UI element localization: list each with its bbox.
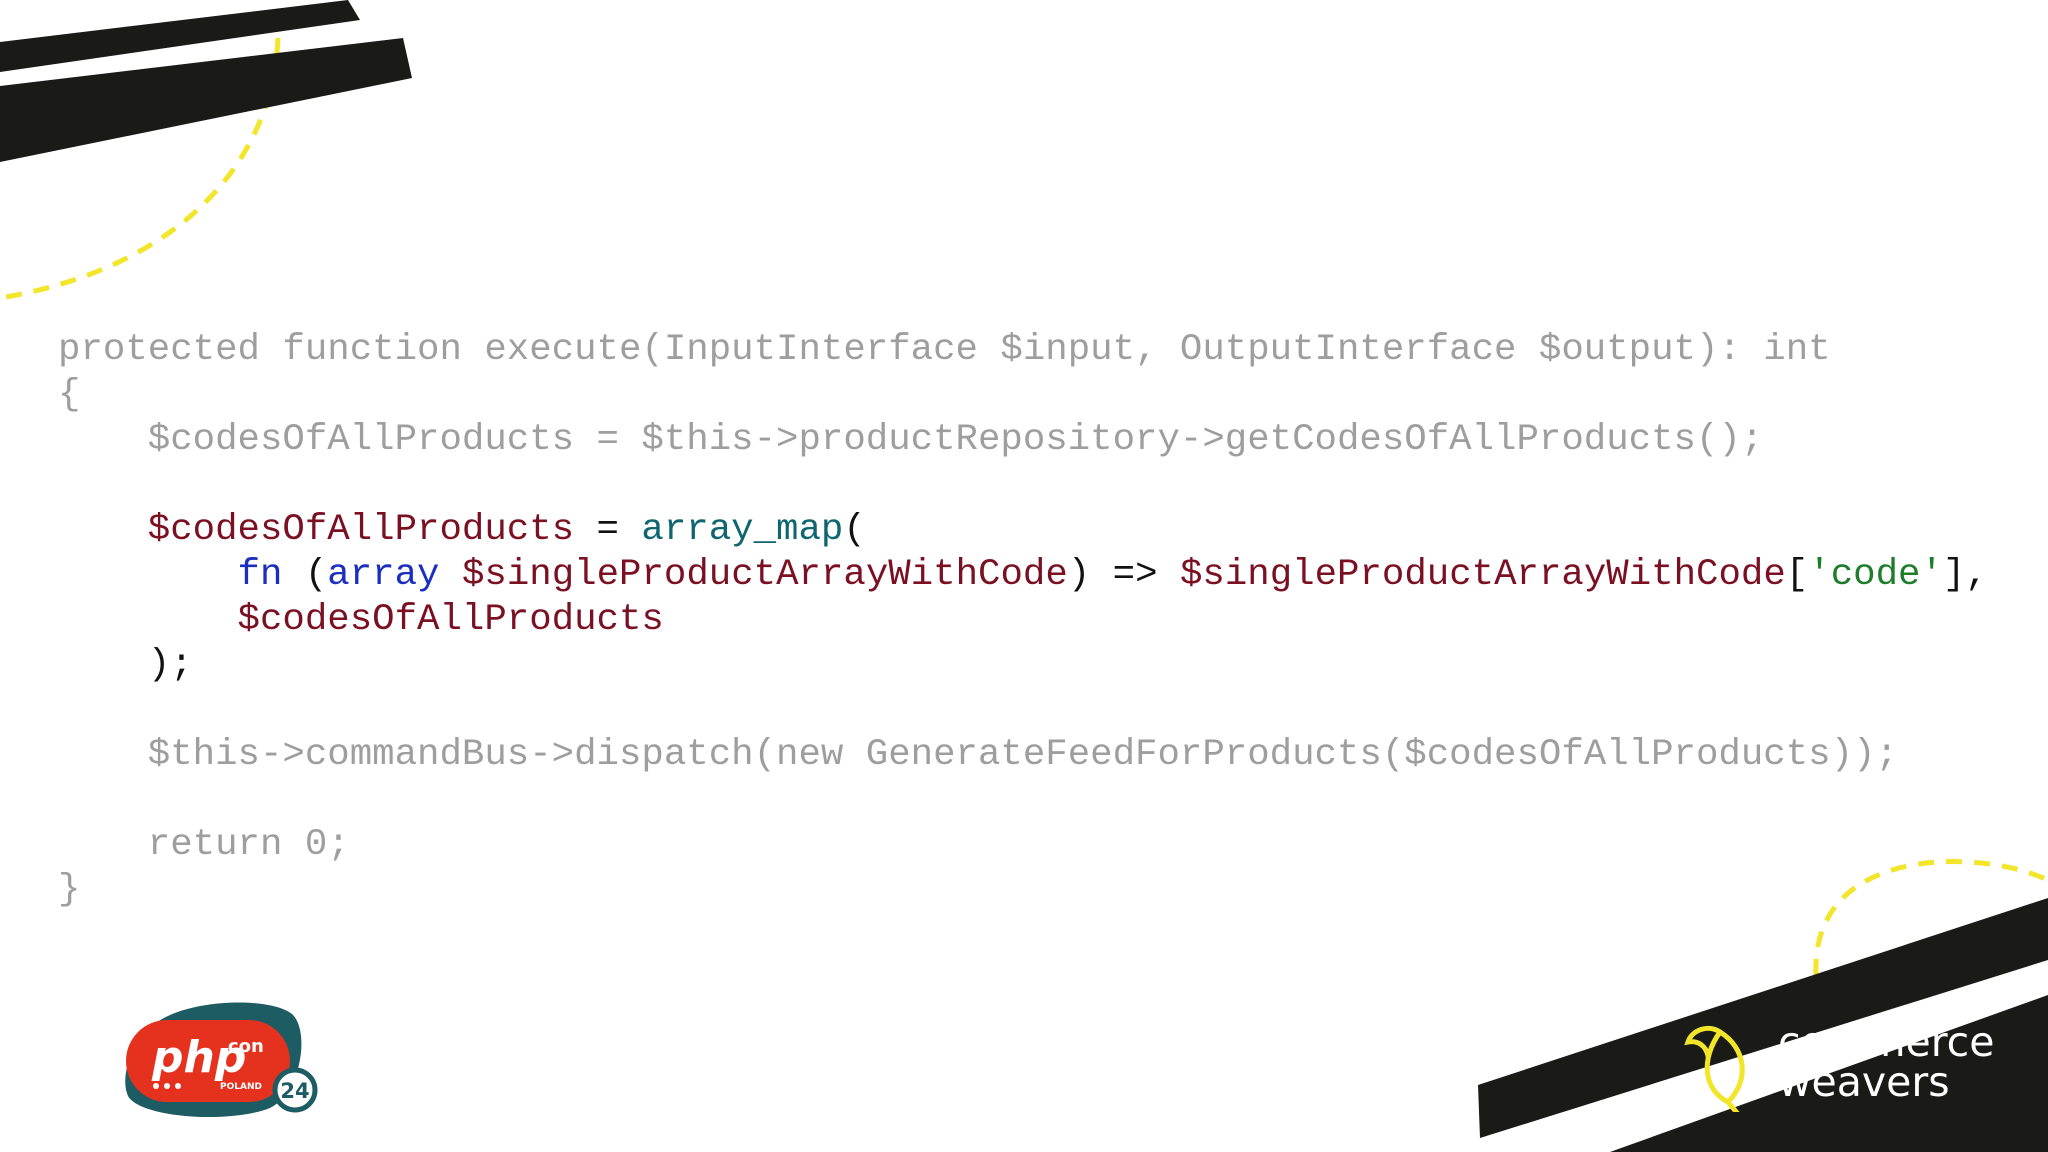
code-token-variable: $codesOfAllProducts xyxy=(58,509,575,551)
code-token-type: array xyxy=(327,554,440,596)
code-line-open-brace: { xyxy=(58,374,81,416)
phpcon-logo-dot xyxy=(164,1083,170,1089)
phpcon-logo: php con POLAND 24 xyxy=(125,1002,318,1118)
phpcon-logo-dot xyxy=(153,1083,159,1089)
code-token-string: 'code' xyxy=(1808,554,1943,596)
code-line-arrow-fn: fn (array $singleProductArrayWithCode) =… xyxy=(58,553,1988,598)
commerce-weavers-logo: commerce weavers xyxy=(1680,1022,2020,1122)
code-token-indent xyxy=(58,554,238,596)
commerce-weavers-wordmark: commerce weavers xyxy=(1778,1018,1995,1106)
brand-line-1: commerce xyxy=(1778,1018,1995,1066)
code-token-open-paren: ( xyxy=(282,554,328,596)
code-token-close-bracket: ], xyxy=(1942,554,1988,596)
code-line-array-map: $codesOfAllProducts = array_map( xyxy=(58,508,1988,553)
code-token-arrow: ) => xyxy=(1067,554,1180,596)
code-line-array-arg: $codesOfAllProducts xyxy=(58,599,664,641)
code-token-return-var: $singleProductArrayWithCode xyxy=(1179,554,1786,596)
code-line-signature: protected function execute(InputInterfac… xyxy=(58,329,1831,371)
code-line-close-brace: } xyxy=(58,869,81,911)
code-token-param: $singleProductArrayWithCode xyxy=(439,554,1068,596)
phpcon-logo-dot xyxy=(175,1083,181,1089)
phpcon-logo-country: POLAND xyxy=(220,1082,262,1092)
code-snippet: protected function execute(InputInterfac… xyxy=(58,283,1988,958)
code-line-dispatch: $this->commandBus->dispatch(new Generate… xyxy=(58,734,1898,776)
brand-line-2: weavers xyxy=(1778,1058,1950,1106)
phpcon-logo-year: 24 xyxy=(280,1079,309,1103)
code-line-close-call: ); xyxy=(58,644,193,686)
code-line-get-codes: $codesOfAllProducts = $this->productRepo… xyxy=(58,419,1764,461)
commerce-weavers-bird-icon xyxy=(1684,1025,1745,1112)
code-token-paren: ( xyxy=(843,509,866,551)
code-token-fn-keyword: fn xyxy=(237,554,283,596)
code-token-function: array_map xyxy=(641,509,844,551)
code-token-assign: = xyxy=(574,509,642,551)
code-line-return: return 0; xyxy=(58,824,350,866)
code-token-open-bracket: [ xyxy=(1785,554,1809,596)
phpcon-logo-superscript: con xyxy=(228,1036,264,1057)
